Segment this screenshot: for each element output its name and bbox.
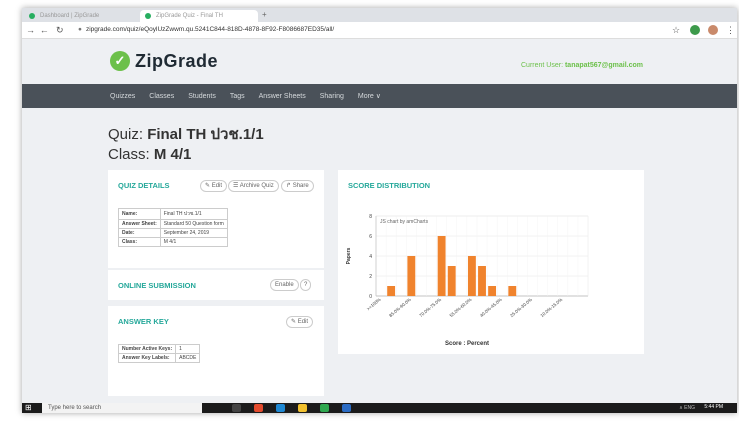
quiz-details-title: QUIZ DETAILS (118, 181, 170, 190)
taskbar: ⊞ Type here to search ∧ ENG 5:44 PM (22, 403, 737, 413)
score-distribution-title: SCORE DISTRIBUTION (348, 181, 431, 190)
table-row: Number Active Keys: 1 (117, 344, 201, 354)
windows-start-icon[interactable]: ⊞ (25, 403, 32, 413)
bar (478, 266, 486, 296)
lock-icon: ● (78, 26, 82, 33)
current-user: Current User: tanapat567@gmail.com (521, 62, 643, 69)
line-app-icon[interactable] (320, 404, 329, 412)
edit-quiz-button[interactable]: ✎ Edit (200, 180, 228, 192)
answer-key-table: Number Active Keys: 1 Answer Key Labels: A… (117, 344, 201, 363)
y-tick-label: 0 (369, 294, 372, 300)
answer-key-title: ANSWER KEY (118, 317, 169, 326)
nav-students[interactable]: Students (188, 93, 216, 100)
y-tick-label: 4 (369, 254, 372, 260)
bar (437, 236, 446, 296)
current-user-email[interactable]: tanapat567@gmail.com (565, 62, 643, 69)
x-tick-label: 40.0%-45.0% (479, 297, 503, 318)
online-submission-title: ONLINE SUBMISSION (118, 281, 196, 290)
main-content: Quiz: Final TH ปวช.1/1 Class: M 4/1 QUIZ… (22, 108, 737, 413)
forward-arrow-icon[interactable]: → (40, 25, 49, 35)
nav-quizzes[interactable]: Quizzes (110, 93, 135, 100)
zipgrade-favicon-icon (29, 13, 35, 19)
table-row: Answer Key Labels: ABCDE (117, 353, 201, 363)
x-tick-label: 10.0%-15.0% (539, 297, 563, 318)
quiz-name: Final TH ปวช.1/1 (147, 126, 264, 143)
bar (488, 286, 497, 296)
system-tray[interactable]: ∧ ENG (679, 403, 695, 413)
y-tick-label: 2 (369, 274, 372, 280)
bar (447, 266, 456, 296)
x-tick-label: 55.0%-60.0% (449, 297, 473, 318)
y-tick-label: 6 (369, 234, 372, 240)
nav-answer-sheets[interactable]: Answer Sheets (259, 93, 306, 100)
chrome-icon[interactable] (254, 404, 263, 412)
page-title: Quiz: Final TH ปวช.1/1 (108, 126, 264, 143)
main-nav: Quizzes Classes Students Tags Answer She… (22, 84, 737, 108)
class-name: M 4/1 (153, 146, 192, 163)
online-submission-card: ONLINE SUBMISSION Enable ? (108, 270, 324, 300)
nav-more[interactable]: More ∨ (358, 92, 381, 100)
bar (387, 286, 396, 296)
table-row: Answer Sheet: Standard 50 Question form (118, 219, 228, 229)
checkmark-logo-icon: ✓ (110, 51, 130, 71)
taskbar-search[interactable]: Type here to search (42, 403, 202, 413)
file-explorer-icon[interactable] (298, 404, 307, 412)
browser-tab-dashboard[interactable]: Dashboard | ZipGrade (24, 10, 140, 22)
bar (508, 286, 517, 296)
chart-watermark: JS chart by amCharts (380, 219, 429, 225)
site-header: ✓ ZipGrade Current User: tanapat567@gmai… (22, 40, 737, 84)
extension-icon[interactable] (690, 25, 700, 35)
nav-classes[interactable]: Classes (149, 93, 174, 100)
profile-avatar-icon[interactable] (708, 25, 718, 35)
y-axis-label: Papers (346, 247, 352, 264)
class-title: Class: M 4/1 (108, 146, 192, 163)
edit-answer-key-button[interactable]: ✎ Edit (286, 316, 314, 328)
bar (467, 256, 476, 296)
taskbar-clock: 5:44 PM (704, 404, 723, 410)
nav-sharing[interactable]: Sharing (320, 93, 344, 100)
x-tick-label: 70.0%-75.0% (418, 297, 442, 318)
tab-strip: Dashboard | ZipGrade ZipGrade Quiz - Fin… (22, 8, 737, 22)
table-row: Class: M 4/1 (118, 237, 228, 247)
y-tick-label: 8 (369, 214, 372, 220)
score-distribution-chart: 0 2 4 6 8 >=100% 85.0%-90.0% 70.0%-75.0% 55.0%-6… (346, 214, 589, 347)
enable-button[interactable]: Enable (270, 279, 299, 291)
bar (407, 256, 416, 296)
reload-icon[interactable]: ↻ (56, 25, 64, 35)
nav-tags[interactable]: Tags (230, 93, 245, 100)
edge-icon[interactable] (276, 404, 285, 412)
x-tick-label: 25.0%-30.0% (509, 297, 533, 318)
table-row: Date: September 24, 2019 (118, 228, 228, 238)
url-field[interactable]: ● zipgrade.com/quiz/eQoylUzZwwm.qu.5241C8… (78, 25, 678, 35)
bookmark-star-icon[interactable]: ☆ (672, 25, 680, 35)
quiz-details-table: Name: Final TH ปวช.1/1 Answer Sheet: Stand… (118, 208, 228, 247)
answer-key-card: ANSWER KEY ✎ Edit Number Active Keys: 1 A… (108, 306, 324, 396)
x-tick-label: 85.0%-90.0% (388, 297, 412, 318)
browser-tab-quiz[interactable]: ZipGrade Quiz - Final TH (140, 10, 258, 22)
browser-window: Dashboard | ZipGrade ZipGrade Quiz - Fin… (22, 8, 737, 413)
task-view-icon[interactable] (232, 404, 241, 412)
back-arrow-icon[interactable]: → (26, 25, 35, 35)
address-bar: → → ↻ ● zipgrade.com/quiz/eQoylUzZwwm.qu.… (22, 22, 737, 39)
score-distribution-card: SCORE DISTRIBUTION 0 2 4 6 8 >=100% 85.0%-90.0… (338, 170, 644, 354)
browser-menu-icon[interactable]: ⋮ (726, 25, 735, 35)
store-icon[interactable] (342, 404, 351, 412)
quiz-details-card: QUIZ DETAILS ✎ Edit ☰ Archive Quiz ↱ Sha… (108, 170, 324, 268)
help-icon[interactable]: ? (300, 279, 312, 291)
x-tick-label: >=100% (366, 297, 382, 312)
table-row: Name: Final TH ปวช.1/1 (118, 208, 228, 220)
share-quiz-button[interactable]: ↱ Share (281, 180, 314, 192)
zipgrade-favicon-icon (145, 13, 151, 19)
new-tab-button[interactable]: + (262, 10, 267, 19)
archive-quiz-button[interactable]: ☰ Archive Quiz (228, 180, 279, 192)
zipgrade-logo[interactable]: ✓ ZipGrade (110, 50, 218, 72)
logo-text: ZipGrade (135, 50, 219, 71)
x-axis-label: Score : Percent (445, 341, 489, 347)
